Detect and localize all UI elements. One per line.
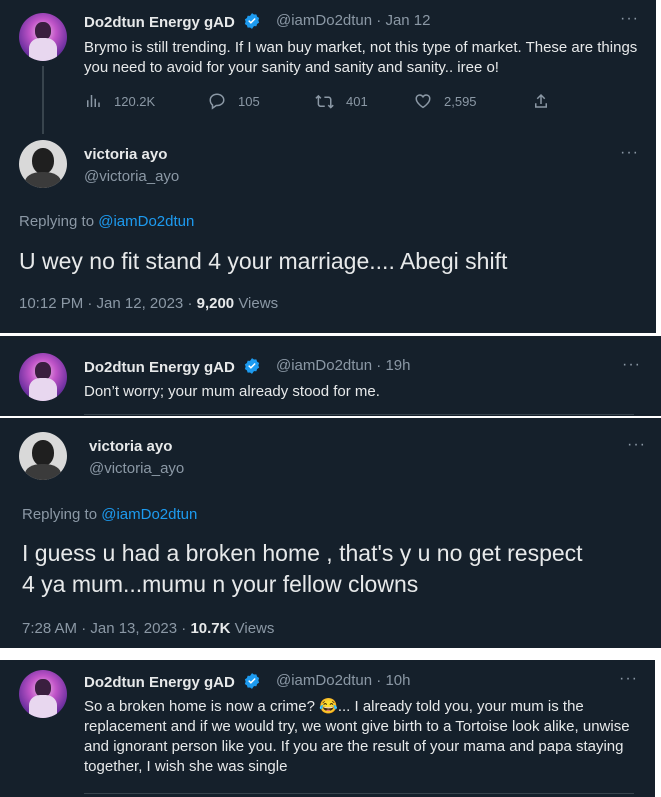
divider xyxy=(84,414,634,415)
avatar-do2dtun[interactable] xyxy=(19,353,67,401)
reply-icon xyxy=(209,93,225,110)
more-icon[interactable]: ··· xyxy=(622,356,641,374)
analytics-icon xyxy=(87,95,100,107)
tweet2-meta[interactable]: 10:12 PM · Jan 12, 2023 · 9,200 Views xyxy=(19,295,278,312)
tweet3-text: Don’t worry; your mum already stood for … xyxy=(84,383,380,400)
tweet4-handle[interactable]: @victoria_ayo xyxy=(89,460,184,477)
tweet1-handle-time[interactable]: @iamDo2dtun · Jan 12 xyxy=(276,12,430,29)
tweet5-text: So a broken home is now a crime? 😂... I … xyxy=(84,698,630,775)
more-icon[interactable]: ··· xyxy=(619,670,638,688)
retweet-icon xyxy=(315,94,334,109)
thread-line xyxy=(42,66,44,134)
tweet3-author[interactable]: Do2dtun Energy gAD xyxy=(84,357,261,376)
replying-to: Replying to @iamDo2dtun xyxy=(22,506,198,523)
tweet2-text: U wey no fit stand 4 your marriage.... A… xyxy=(19,248,508,274)
tweet2-author[interactable]: victoria ayo xyxy=(84,146,167,163)
avatar-do2dtun[interactable] xyxy=(19,670,67,718)
verified-badge-icon xyxy=(244,13,260,29)
avatar-victoria[interactable] xyxy=(19,140,67,188)
tweet3-handle-time[interactable]: @iamDo2dtun · 19h xyxy=(276,357,410,374)
tweet5-author[interactable]: Do2dtun Energy gAD xyxy=(84,672,261,691)
heart-icon xyxy=(415,94,431,109)
tweet1-actions: 120.2K 105 401 2,595 xyxy=(84,92,554,114)
avatar-victoria[interactable] xyxy=(19,432,67,480)
tweet-panel-2: Do2dtun Energy gAD @iamDo2dtun · 19h ···… xyxy=(0,336,661,416)
reply-action[interactable]: 105 xyxy=(208,92,260,110)
verified-badge-icon xyxy=(244,358,260,374)
replying-to-link[interactable]: @iamDo2dtun xyxy=(101,506,197,523)
avatar-do2dtun[interactable] xyxy=(19,13,67,61)
tweet4-author[interactable]: victoria ayo xyxy=(89,438,172,455)
divider xyxy=(84,793,634,794)
replying-to-link[interactable]: @iamDo2dtun xyxy=(98,213,194,230)
views-action[interactable]: 120.2K xyxy=(84,92,155,110)
share-action[interactable] xyxy=(532,92,562,110)
tweet4-text: I guess u had a broken home , that's y u… xyxy=(22,540,583,597)
tweet4-meta[interactable]: 7:28 AM · Jan 13, 2023 · 10.7K Views xyxy=(22,620,274,637)
tweet-panel-4: Do2dtun Energy gAD @iamDo2dtun · 10h ···… xyxy=(0,660,655,797)
more-icon[interactable]: ··· xyxy=(627,436,646,454)
verified-badge-icon xyxy=(244,673,260,689)
tweet1-text: Brymo is still trending. If I wan buy ma… xyxy=(84,39,638,76)
tweet5-handle-time[interactable]: @iamDo2dtun · 10h xyxy=(276,672,410,689)
tweet2-handle[interactable]: @victoria_ayo xyxy=(84,168,179,185)
replying-to: Replying to @iamDo2dtun xyxy=(19,213,195,230)
like-action[interactable]: 2,595 xyxy=(414,92,477,110)
share-icon xyxy=(535,93,547,108)
tweet-panel-1: Do2dtun Energy gAD @iamDo2dtun · Jan 12 … xyxy=(0,0,656,333)
laughing-emoji-icon: 😂 xyxy=(319,698,338,715)
tweet-panel-3: victoria ayo @victoria_ayo ··· Replying … xyxy=(0,418,661,648)
retweet-action[interactable]: 401 xyxy=(314,92,368,110)
more-icon[interactable]: ··· xyxy=(620,10,639,28)
more-icon[interactable]: ··· xyxy=(620,144,639,162)
tweet1-author[interactable]: Do2dtun Energy gAD xyxy=(84,12,261,31)
